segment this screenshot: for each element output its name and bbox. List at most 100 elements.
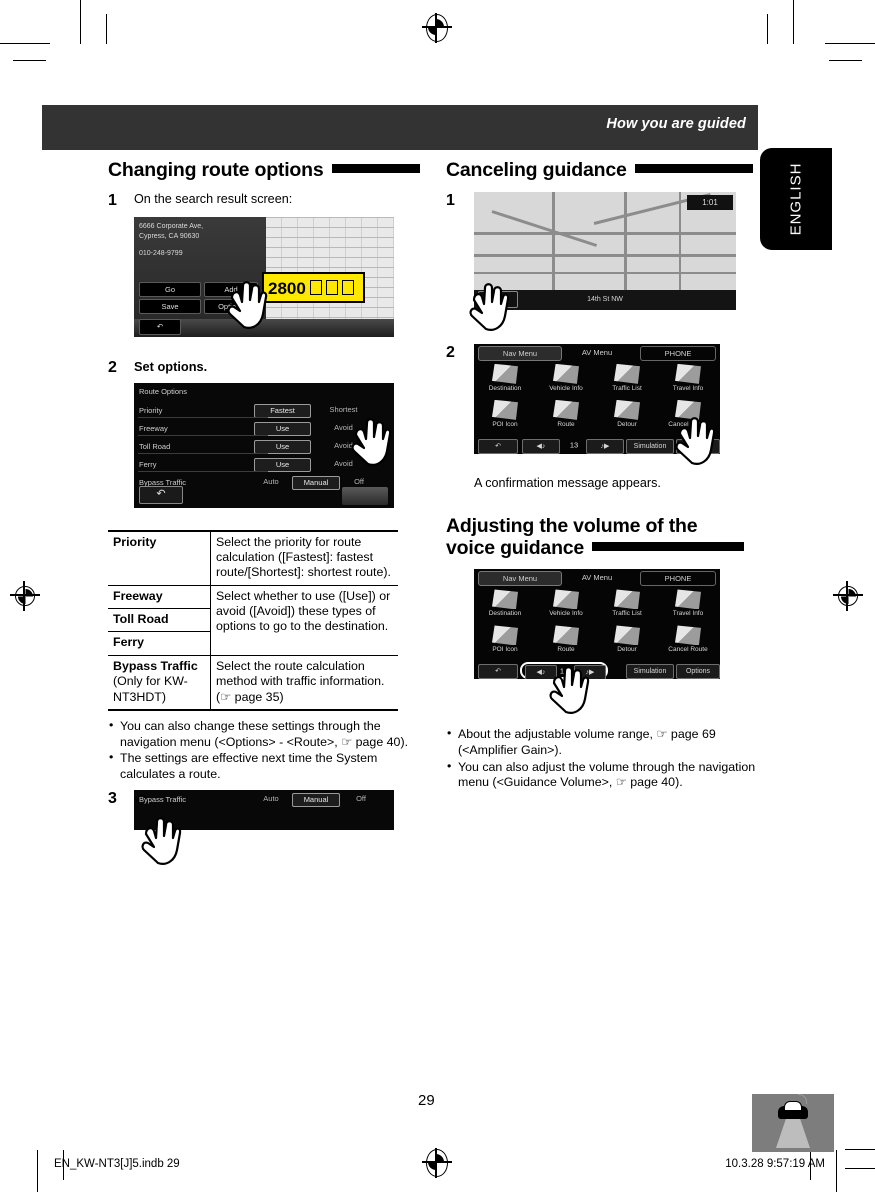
tab-nav-menu[interactable]: Nav Menu (478, 345, 562, 361)
menu-cell-poi-icon-2[interactable]: POI Icon (476, 625, 534, 653)
crop-mark-br-h2 (845, 1168, 875, 1170)
tab-nav-menu-2[interactable]: Nav Menu (478, 571, 562, 587)
route-opt-bypass-manual[interactable]: Manual (292, 475, 340, 490)
route-options-description-table: Priority Select the priority for route c… (108, 529, 398, 711)
menu-cell-vehicle-info[interactable]: Vehicle Info (537, 363, 595, 392)
step3-opt-off[interactable]: Off (346, 794, 376, 803)
confirmation-caption: A confirmation message appears. (474, 475, 661, 490)
route-options-title: Route Options (139, 386, 187, 396)
volume-screenshot-wrapper: Nav Menu AV Menu PHONE Destination Vehic… (474, 569, 758, 715)
tab-phone-2[interactable]: PHONE (640, 571, 716, 587)
screen-button-options[interactable]: Options (204, 298, 258, 314)
menu-cell-destination-2[interactable]: Destination (476, 589, 534, 617)
simulation-button[interactable]: Simulation (626, 438, 674, 454)
volume-down-button[interactable]: ◀♪ (522, 438, 560, 454)
screen-button-go[interactable]: Go (139, 281, 201, 297)
car-beam (776, 1118, 810, 1148)
crop-mark-tr-v (793, 0, 795, 44)
menu-cell-cancel-route-2[interactable]: Cancel Route (659, 625, 717, 653)
menu-cell-travel-info-2[interactable]: Travel Info (659, 589, 717, 617)
options-button-2[interactable]: Options (676, 664, 720, 680)
table-key-toll-road: Toll Road (108, 608, 211, 632)
screenshot-route-options: Route Options Priority Fastest Shortest … (134, 382, 394, 508)
menu-cell-cancel-route[interactable]: Cancel Route (659, 399, 717, 428)
menu-cell-traffic-list[interactable]: Traffic List (598, 363, 656, 392)
step3-opt-manual[interactable]: Manual (292, 793, 340, 808)
detour-icon (614, 625, 640, 646)
language-tab: ENGLISH (760, 148, 832, 250)
right-step-2-number: 2 (446, 343, 455, 361)
nav-menu-back-button[interactable]: ↶ (478, 438, 518, 454)
crop-mark-tl-h (0, 43, 50, 45)
route-opt-shortest[interactable]: Shortest (316, 404, 371, 416)
cancel-route-icon (675, 399, 701, 420)
route-options-back-button[interactable]: ↶ (139, 485, 183, 504)
step-3-number: 3 (108, 790, 117, 808)
heading-rule (331, 164, 420, 173)
route-opt-bypass-auto[interactable]: Auto (252, 476, 290, 488)
destination-flag-icon (492, 363, 518, 384)
table-key-bypass-traffic-sub: (Only for KW-NT3HDT) (113, 674, 188, 704)
callout-price-box: 2800 (262, 271, 365, 303)
route-opt-ferry-use[interactable]: Use (254, 457, 311, 472)
menu-cell-detour[interactable]: Detour (598, 399, 656, 428)
section-heading-text-line2: voice guidance (446, 536, 585, 559)
list-item: You can also adjust the volume through t… (446, 759, 758, 791)
route-row-divider-4 (138, 470, 268, 472)
volume-down-button-2[interactable]: ◀♪ (525, 665, 557, 680)
tab-phone[interactable]: PHONE (640, 345, 716, 361)
travel-info-icon (675, 363, 701, 384)
simulation-button-2[interactable]: Simulation (626, 664, 674, 680)
crop-mark-tl-v2 (106, 14, 108, 44)
route-opt-fastest[interactable]: Fastest (254, 403, 311, 418)
volume-up-button[interactable]: ♪▶ (586, 438, 624, 454)
right-step-1: 1 1:01 14th St NW Menu (446, 191, 758, 331)
route-row-label-toll-road: Toll Road (139, 441, 171, 451)
menu-cell-traffic-list-2[interactable]: Traffic List (598, 589, 656, 617)
route-row-divider-2 (138, 434, 268, 436)
step3-opt-auto[interactable]: Auto (252, 794, 290, 803)
route-opt-toll-use[interactable]: Use (254, 439, 311, 454)
step-3: 3 Bypass Traffic Auto Manual Off ↶ (108, 790, 420, 866)
menu-cell-detour-2[interactable]: Detour (598, 625, 656, 653)
menu-cell-route[interactable]: Route (537, 399, 595, 428)
nav-menu-bottom-bar: ↶ ◀♪ 13 ♪▶ Simulation Options (474, 437, 720, 454)
car-antenna (797, 1094, 807, 1104)
route-options-eject-button[interactable] (342, 486, 388, 505)
tab-av-menu[interactable]: AV Menu (566, 346, 628, 359)
menu-cell-label: Traffic List (612, 610, 642, 618)
options-button[interactable]: Options (676, 438, 720, 454)
destination-flag-icon (492, 589, 518, 610)
map-menu-button[interactable]: Menu (478, 290, 518, 308)
section-heading-text: Changing route options (108, 159, 324, 181)
route-opt-ferry-avoid[interactable]: Avoid (316, 458, 371, 470)
table-desc-priority: Select the priority for route calculatio… (210, 529, 398, 586)
volume-up-button-2[interactable]: ♪▶ (574, 665, 606, 680)
route-opt-bypass-off[interactable]: Off (344, 476, 374, 488)
route-opt-freeway-avoid[interactable]: Avoid (316, 422, 371, 434)
menu-cell-route-2[interactable]: Route (537, 625, 595, 653)
screen-button-add[interactable]: Add (204, 281, 258, 297)
right-step-1-number: 1 (446, 191, 455, 209)
table-key-bypass-traffic-label: Bypass Traffic (113, 658, 198, 673)
menu-cell-travel-info[interactable]: Travel Info (659, 363, 717, 392)
menu-cell-label: Destination (488, 384, 522, 392)
route-opt-toll-avoid[interactable]: Avoid (316, 440, 371, 452)
menu-cell-destination[interactable]: Destination (476, 363, 534, 392)
screen-back-button[interactable]: ↶ (139, 318, 181, 335)
vehicle-info-icon (553, 589, 579, 610)
menu-cell-vehicle-info-2[interactable]: Vehicle Info (537, 589, 595, 617)
route-opt-freeway-use[interactable]: Use (254, 421, 311, 436)
screen-button-save[interactable]: Save (139, 298, 201, 314)
tab-av-menu-2[interactable]: AV Menu (566, 571, 628, 584)
volume-control-highlight[interactable]: ◀♪ 13 ♪▶ (520, 662, 608, 680)
crop-mark-tr-h (825, 43, 875, 45)
menu-cell-poi-icon[interactable]: POI Icon (476, 399, 534, 428)
missing-glyph-3 (341, 279, 354, 295)
language-tab-label: ENGLISH (787, 162, 805, 236)
table-key-freeway: Freeway (108, 584, 211, 609)
nav-menu-back-button-2[interactable]: ↶ (478, 664, 518, 680)
map-road (474, 253, 736, 257)
step3-label-bypass-traffic: Bypass Traffic (139, 795, 186, 805)
step-1-number: 1 (108, 191, 117, 209)
